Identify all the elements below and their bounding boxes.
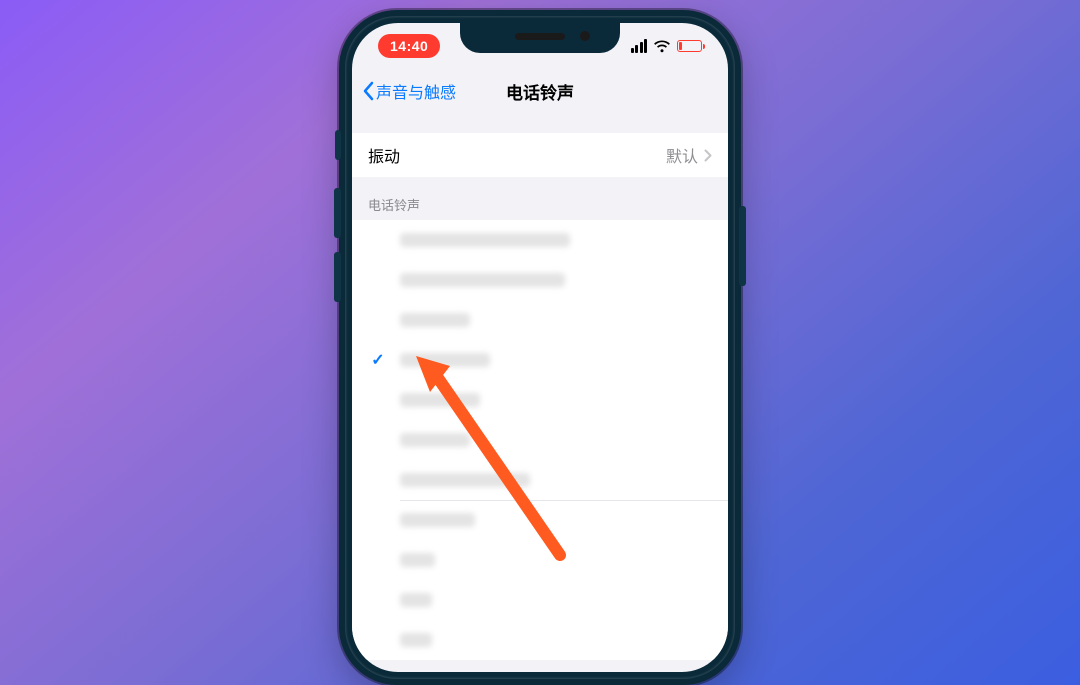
blurred-text [400,393,480,407]
nav-bar: 声音与触感 电话铃声 [352,69,728,113]
ringtone-item-selected[interactable]: ✓ [352,340,728,380]
battery-icon [677,40,702,52]
blurred-text [400,513,475,527]
ringtone-item[interactable] [352,380,728,420]
phone-frame: 14:40 声音与触感 电话铃声 振动 默认 [339,10,741,685]
ringtone-item[interactable] [352,300,728,340]
volume-up-button [334,188,341,238]
section-header: 电话铃声 [352,177,728,220]
phone-screen: 14:40 声音与触感 电话铃声 振动 默认 [352,23,728,672]
chevron-left-icon [362,81,374,101]
status-time: 14:40 [378,34,440,58]
ringtone-item[interactable] [352,420,728,460]
vibration-row[interactable]: 振动 默认 [352,133,728,177]
volume-down-button [334,252,341,302]
status-indicators [631,39,703,53]
wifi-icon [653,40,671,53]
blurred-text [400,233,570,247]
vibration-value: 默认 [666,143,698,167]
blurred-text [400,473,530,487]
ringtone-item[interactable] [352,260,728,300]
cellular-icon [631,39,648,53]
vibration-detail: 默认 [666,143,712,167]
ringtone-item[interactable] [352,580,728,620]
blurred-text [400,593,432,607]
ringtone-item[interactable] [352,460,728,500]
blurred-text [400,633,432,647]
chevron-right-icon [704,149,712,162]
back-label: 声音与触感 [376,79,456,103]
ringtone-item[interactable] [352,540,728,580]
ringtone-item[interactable] [352,220,728,260]
checkmark-icon: ✓ [368,350,388,370]
blurred-text [400,313,470,327]
blurred-text [400,553,435,567]
power-button [739,206,746,286]
blurred-text [400,273,565,287]
ringtone-item[interactable] [352,500,728,540]
blurred-text [400,433,470,447]
ringtone-item[interactable] [352,620,728,660]
vibration-label: 振动 [368,143,400,167]
blurred-text [400,353,490,367]
notch [460,23,620,53]
ringtone-list: ✓ [352,220,728,660]
back-button[interactable]: 声音与触感 [352,79,456,103]
content: 振动 默认 电话铃声 ✓ [352,113,728,672]
mute-switch [335,130,341,160]
